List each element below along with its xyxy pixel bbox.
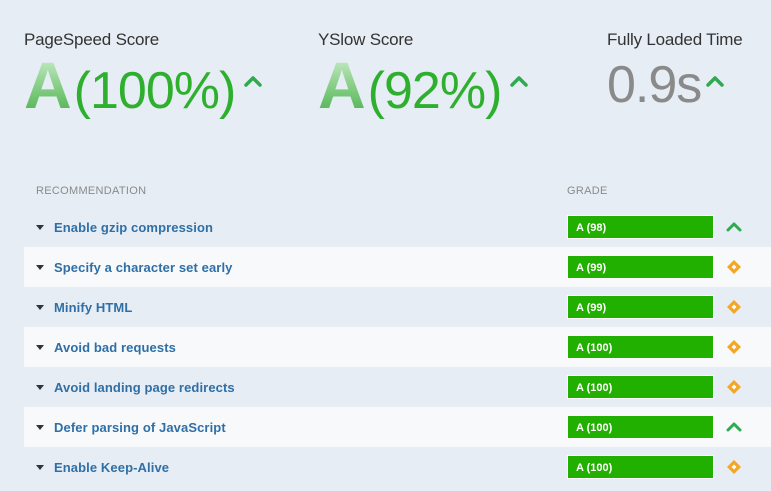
- recommendations-table: Enable gzip compression A (98) Specify a…: [24, 207, 771, 487]
- table-row[interactable]: Avoid bad requests A (100): [24, 327, 771, 367]
- grade-bar: A (100): [567, 335, 714, 359]
- pagespeed-score-label: PageSpeed Score: [24, 30, 159, 49]
- fully-loaded-time-label: Fully Loaded Time: [607, 30, 743, 49]
- recommendation-label[interactable]: Enable Keep-Alive: [54, 460, 169, 475]
- fully-loaded-time: Fully Loaded Time 0.9s: [607, 30, 743, 118]
- grade-bar: A (99): [567, 295, 714, 319]
- chevron-up-icon: [726, 422, 742, 432]
- fully-loaded-time-value: 0.9s: [607, 56, 702, 114]
- grade-bar: A (100): [567, 455, 714, 479]
- chevron-up-icon: [726, 222, 742, 232]
- chevron-up-icon: [706, 76, 725, 87]
- pagespeed-grade-letter: A: [24, 48, 72, 122]
- column-header-recommendation: RECOMMENDATION: [36, 185, 147, 197]
- table-row[interactable]: Defer parsing of JavaScript A (100): [24, 407, 771, 447]
- grade-bar: A (100): [567, 375, 714, 399]
- expand-caret-icon[interactable]: [36, 264, 44, 270]
- recommendation-label[interactable]: Specify a character set early: [54, 260, 233, 275]
- table-row[interactable]: Enable gzip compression A (98): [24, 207, 771, 247]
- expand-caret-icon[interactable]: [36, 304, 44, 310]
- table-row[interactable]: Enable Keep-Alive A (100): [24, 447, 771, 487]
- recommendation-label[interactable]: Defer parsing of JavaScript: [54, 420, 226, 435]
- chevron-up-icon: [244, 76, 263, 87]
- diamond-icon: [727, 340, 741, 354]
- grade-bar: A (98): [567, 215, 714, 239]
- yslow-grade-letter: A: [318, 48, 366, 122]
- chevron-up-icon: [510, 76, 529, 87]
- recommendation-label[interactable]: Avoid bad requests: [54, 340, 176, 355]
- expand-caret-icon[interactable]: [36, 424, 44, 430]
- expand-caret-icon[interactable]: [36, 224, 44, 230]
- pagespeed-percent: (100%): [73, 62, 237, 120]
- pagespeed-score: PageSpeed Score A (100%): [24, 30, 263, 122]
- yslow-percent: (92%): [367, 62, 503, 120]
- yslow-score-label: YSlow Score: [318, 30, 414, 49]
- table-row[interactable]: Avoid landing page redirects A (100): [24, 367, 771, 407]
- expand-caret-icon[interactable]: [36, 384, 44, 390]
- diamond-icon: [727, 260, 741, 274]
- grade-bar: A (99): [567, 255, 714, 279]
- expand-caret-icon[interactable]: [36, 464, 44, 470]
- table-row[interactable]: Specify a character set early A (99): [24, 247, 771, 287]
- yslow-score: YSlow Score A (92%): [318, 30, 529, 122]
- grade-bar: A (100): [567, 415, 714, 439]
- diamond-icon: [727, 460, 741, 474]
- recommendation-label[interactable]: Avoid landing page redirects: [54, 380, 235, 395]
- recommendation-label[interactable]: Enable gzip compression: [54, 220, 213, 235]
- column-header-grade: GRADE: [567, 185, 608, 197]
- table-row[interactable]: Minify HTML A (99): [24, 287, 771, 327]
- expand-caret-icon[interactable]: [36, 344, 44, 350]
- diamond-icon: [727, 300, 741, 314]
- diamond-icon: [727, 380, 741, 394]
- recommendation-label[interactable]: Minify HTML: [54, 300, 132, 315]
